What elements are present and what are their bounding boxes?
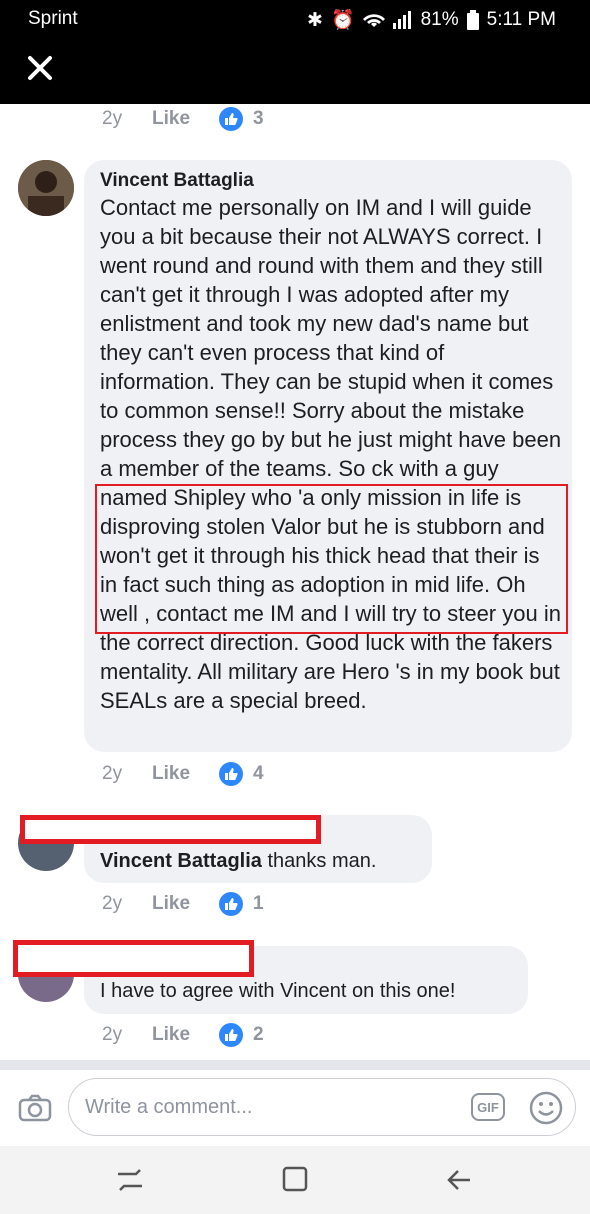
divider <box>0 1060 590 1070</box>
close-icon[interactable] <box>26 54 54 82</box>
redaction-box <box>13 940 254 977</box>
profile-photo-icon <box>18 160 74 216</box>
comment-text: thanks man. <box>261 850 377 872</box>
comment-input[interactable]: Write a comment... GIF <box>68 1078 576 1136</box>
reaction-count[interactable]: 3 <box>253 108 264 130</box>
reaction-count[interactable]: 1 <box>253 893 264 915</box>
battery-percent: 81% <box>420 9 459 30</box>
comment-author[interactable]: Vincent Battaglia <box>100 170 254 192</box>
comment-text: Contact me personally on IM and I will g… <box>100 195 562 713</box>
alarm-icon: ⏰ <box>330 10 355 31</box>
recent-apps-icon[interactable] <box>116 1168 144 1192</box>
like-button[interactable]: Like <box>152 893 219 915</box>
comment-text: I have to agree with Vincent on this one… <box>100 980 456 1002</box>
comment-age: 2y <box>102 763 123 784</box>
emoji-icon[interactable] <box>529 1091 563 1125</box>
avatar[interactable] <box>18 160 74 216</box>
comment-meta: 2y Like 1 <box>102 892 264 916</box>
status-bar: Sprint ✱ ⏰ 81% 5:11 PM <box>0 0 590 104</box>
camera-icon[interactable] <box>18 1094 52 1122</box>
home-icon[interactable] <box>282 1166 308 1192</box>
wifi-icon <box>362 14 385 27</box>
comment-text-line: Vincent Battaglia thanks man. <box>100 850 376 873</box>
highlight-box <box>95 484 568 634</box>
status-icons: ✱ ⏰ 81% 5:11 PM <box>307 8 556 32</box>
clock: 5:11 PM <box>486 9 556 30</box>
navigation-bar <box>0 1146 590 1214</box>
back-icon[interactable] <box>446 1168 472 1192</box>
bluetooth-icon: ✱ <box>307 9 323 31</box>
signal-icon <box>392 11 411 29</box>
comment-bubble: Vincent Battaglia Contact me personally … <box>84 160 572 752</box>
comment-age: 2y <box>102 893 123 914</box>
comment-meta: 2y Like 4 <box>102 762 264 786</box>
thumbs-up-icon <box>219 892 243 916</box>
thumbs-up-icon <box>219 1023 243 1047</box>
redaction-box <box>20 815 321 844</box>
carrier-label: Sprint <box>28 8 78 29</box>
mention-link[interactable]: Vincent Battaglia <box>100 850 262 872</box>
like-button[interactable]: Like <box>152 108 219 130</box>
reaction-count[interactable]: 2 <box>253 1024 264 1046</box>
like-button[interactable]: Like <box>152 1024 219 1046</box>
comment-age: 2y <box>102 1024 123 1045</box>
reaction-count[interactable]: 4 <box>253 763 264 785</box>
battery-icon <box>466 10 479 30</box>
comment-meta: 2y Like 2 <box>102 1023 264 1047</box>
like-button[interactable]: Like <box>152 763 219 785</box>
thumbs-up-icon <box>219 107 243 131</box>
comment-age: 2y <box>102 108 123 129</box>
comment-input-placeholder: Write a comment... <box>85 1096 253 1118</box>
comment-composer: Write a comment... GIF <box>0 1070 590 1146</box>
gif-button[interactable]: GIF <box>471 1093 505 1121</box>
comment-meta: 2y Like 3 <box>102 107 264 131</box>
thumbs-up-icon <box>219 762 243 786</box>
